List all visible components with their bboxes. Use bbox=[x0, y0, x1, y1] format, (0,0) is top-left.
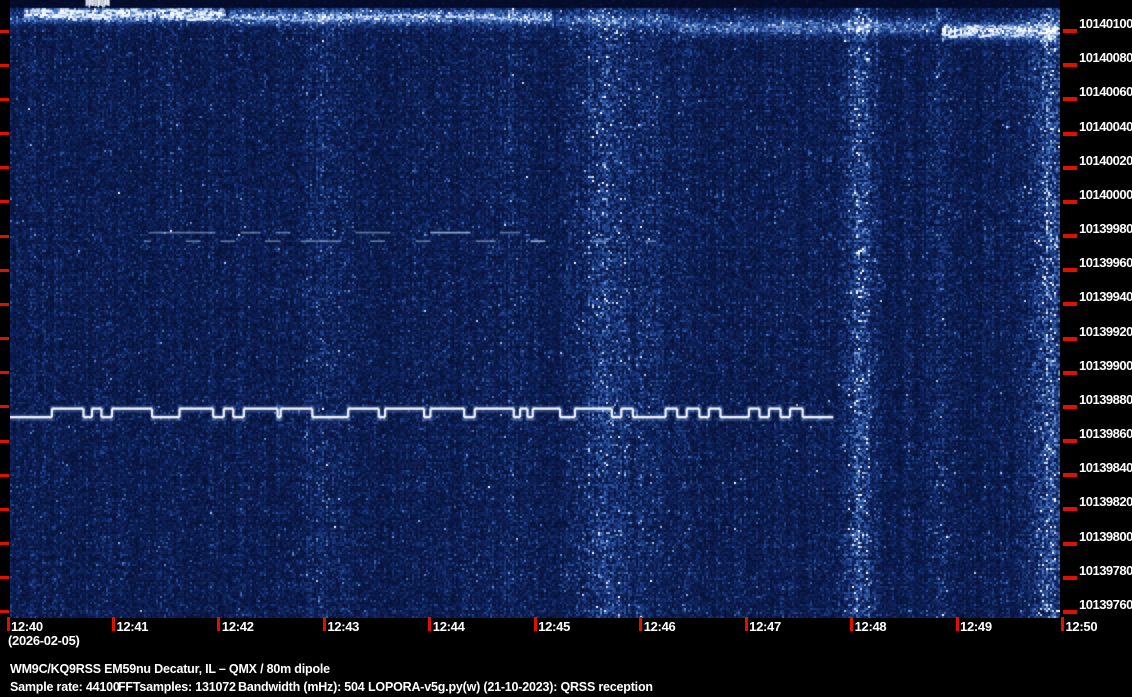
freq-axis-label: 10139920 bbox=[1079, 323, 1132, 339]
time-tick bbox=[1061, 617, 1064, 631]
time-tick bbox=[639, 617, 643, 631]
freq-axis-label: 10139780 bbox=[1079, 562, 1132, 578]
station-info-line: WM9C/KQ9RSS EM59nu Decatur, IL – QMX / 8… bbox=[10, 662, 330, 676]
freq-tick-right bbox=[1063, 507, 1077, 512]
freq-axis-label: 10139900 bbox=[1079, 357, 1132, 373]
freq-axis-label: 10140060 bbox=[1079, 84, 1132, 100]
freq-axis-label: 10139880 bbox=[1079, 391, 1132, 407]
freq-tick-right bbox=[1063, 29, 1077, 33]
time-axis-label: 12:50 bbox=[1065, 619, 1098, 634]
freq-tick-right bbox=[1063, 404, 1077, 409]
freq-tick-right bbox=[1063, 609, 1077, 614]
freq-axis-label: 10139980 bbox=[1079, 221, 1132, 237]
freq-tick-left bbox=[0, 166, 9, 170]
freq-tick-right bbox=[1063, 131, 1077, 136]
time-axis-label: 12:45 bbox=[538, 619, 570, 634]
time-axis-label: 12:41 bbox=[116, 619, 149, 634]
freq-axis-label: 10140040 bbox=[1079, 118, 1132, 134]
fft-samples-stat: FFTsamples: 131072 bbox=[118, 680, 236, 694]
freq-tick-right bbox=[1063, 575, 1077, 580]
freq-axis-label: 10139760 bbox=[1079, 596, 1132, 612]
freq-tick-right bbox=[1063, 336, 1077, 341]
time-tick bbox=[744, 617, 748, 631]
time-axis-label: 12:40 bbox=[11, 619, 43, 634]
freq-tick-right bbox=[1063, 199, 1077, 204]
freq-tick-left bbox=[0, 97, 9, 101]
freq-tick-left bbox=[0, 63, 9, 67]
freq-axis-label: 10139840 bbox=[1079, 460, 1132, 476]
freq-tick-left bbox=[0, 302, 9, 306]
time-axis-label: 12:48 bbox=[854, 619, 887, 634]
freq-tick-right bbox=[1063, 234, 1077, 239]
qrss-grabber-screen: 10140100 10140080 10140060 10140040 10140020… bbox=[0, 0, 1132, 697]
freq-tick-left bbox=[0, 132, 9, 136]
freq-tick-left bbox=[0, 234, 9, 238]
freq-tick-left bbox=[0, 268, 9, 272]
freq-axis-label: 10140080 bbox=[1079, 50, 1132, 66]
time-tick bbox=[850, 617, 854, 631]
sample-rate-stat: Sample rate: 44100 bbox=[10, 680, 120, 694]
freq-tick-left bbox=[0, 405, 9, 409]
freq-tick-left bbox=[0, 542, 9, 546]
time-tick bbox=[533, 617, 537, 631]
time-tick bbox=[217, 617, 221, 631]
freq-axis-label: 10139960 bbox=[1079, 255, 1132, 271]
freq-axis-label: 10139860 bbox=[1079, 426, 1132, 442]
time-axis-label: 12:49 bbox=[960, 619, 992, 634]
time-tick bbox=[111, 617, 115, 631]
freq-axis-label: 10139800 bbox=[1079, 528, 1132, 544]
freq-tick-right bbox=[1063, 63, 1077, 68]
time-axis-label: 12:47 bbox=[749, 619, 781, 634]
bandwidth-stat: Bandwidth (mHz): 504 bbox=[238, 680, 365, 694]
time-tick bbox=[6, 617, 10, 631]
freq-axis-label: 10140000 bbox=[1079, 186, 1132, 202]
freq-tick-right bbox=[1063, 302, 1077, 307]
time-axis-label: 12:44 bbox=[432, 619, 465, 634]
time-tick bbox=[428, 617, 432, 631]
time-axis-label: 12:46 bbox=[643, 619, 676, 634]
time-axis-label: 12:42 bbox=[221, 619, 254, 634]
time-tick bbox=[322, 617, 326, 631]
freq-tick-left bbox=[0, 337, 9, 341]
freq-tick-left bbox=[0, 200, 9, 204]
freq-tick-right bbox=[1063, 439, 1077, 444]
spectrogram-waterfall bbox=[10, 0, 1060, 618]
freq-tick-left bbox=[0, 576, 9, 580]
freq-axis-label: 10139820 bbox=[1079, 494, 1132, 510]
software-stat: LOPORA-v5g.py(w) (21-10-2023): QRSS rece… bbox=[368, 680, 653, 694]
freq-tick-right bbox=[1063, 541, 1077, 546]
freq-axis-label: 10139940 bbox=[1079, 289, 1132, 305]
stats-line: Sample rate: 44100 FFTsamples: 131072 Ba… bbox=[0, 680, 1132, 696]
freq-axis-label: 10140020 bbox=[1079, 152, 1132, 168]
freq-tick-right bbox=[1063, 473, 1077, 478]
freq-tick-left bbox=[0, 439, 9, 443]
date-annotation: (2026-02-05) bbox=[8, 633, 80, 648]
freq-tick-right bbox=[1063, 97, 1077, 102]
time-tick bbox=[955, 617, 959, 631]
freq-tick-right bbox=[1063, 370, 1077, 375]
freq-tick-left bbox=[0, 507, 9, 511]
freq-tick-left bbox=[0, 29, 9, 33]
freq-tick-right bbox=[1063, 268, 1077, 273]
freq-tick-left bbox=[0, 610, 9, 614]
time-axis-label: 12:43 bbox=[327, 619, 360, 634]
freq-tick-left bbox=[0, 371, 9, 375]
freq-tick-right bbox=[1063, 165, 1077, 170]
freq-axis-label: 10140100 bbox=[1079, 16, 1132, 31]
freq-tick-left bbox=[0, 473, 9, 477]
